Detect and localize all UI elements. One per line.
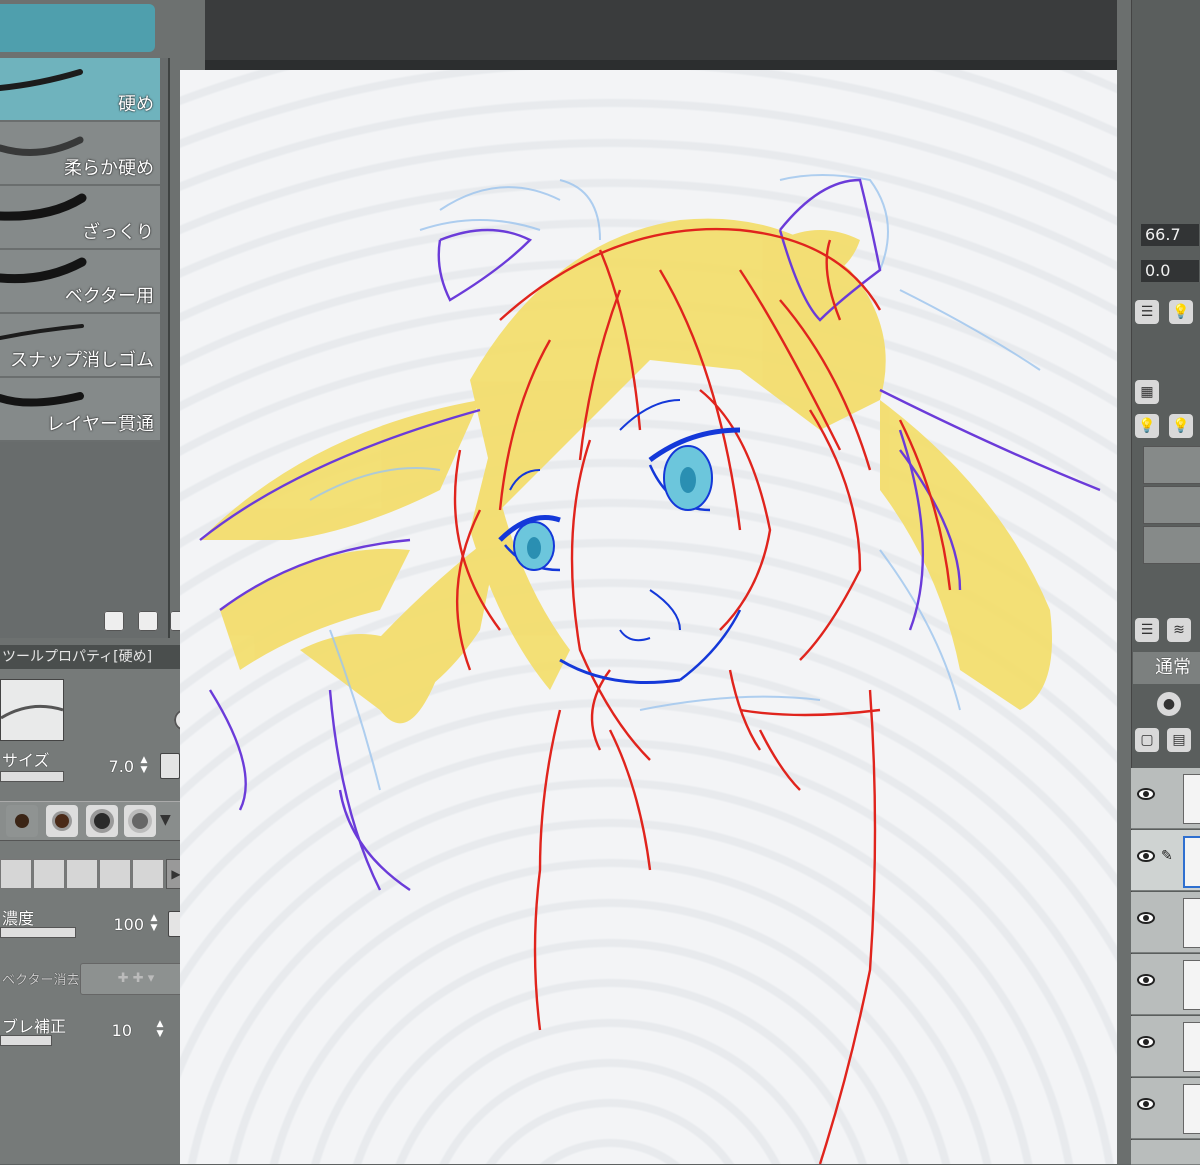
- stabilization-value[interactable]: 10: [92, 1021, 132, 1040]
- sub-panel-button[interactable]: [1143, 526, 1200, 564]
- density-value[interactable]: 100: [104, 915, 144, 934]
- new-layer-icon[interactable]: ▢: [1135, 728, 1159, 752]
- tip-blur-button[interactable]: [124, 805, 156, 837]
- tool-property-panel: ⚲ サイズ 7.0 ▲▼ ▼ ▶ 濃度 100 ▲▼: [0, 669, 205, 1164]
- stabilization-slider[interactable]: [0, 1035, 52, 1046]
- texture-swatch[interactable]: [132, 859, 164, 889]
- size-stepper[interactable]: ▲ ▼: [138, 755, 150, 777]
- brush-item-label: 硬め: [118, 94, 154, 115]
- layer-row[interactable]: ✎: [1131, 830, 1200, 891]
- layer-thumbnail: [1183, 898, 1200, 948]
- sub-panel-button[interactable]: [1143, 486, 1200, 524]
- layer-stack-icon[interactable]: ≋: [1167, 618, 1191, 642]
- size-pressure-button[interactable]: [160, 753, 180, 779]
- bulb-icon[interactable]: 💡: [1169, 300, 1193, 324]
- brush-item-snap-eraser[interactable]: スナップ消しゴム: [0, 314, 160, 378]
- tip-soft-button[interactable]: [46, 805, 78, 837]
- brush-item-hard[interactable]: 硬め: [0, 58, 160, 122]
- density-stepper[interactable]: ▲ ▼: [148, 913, 160, 935]
- brush-preview: [0, 679, 64, 741]
- stabilization-label: ブレ補正: [2, 1017, 67, 1036]
- layer-row[interactable]: [1131, 1078, 1200, 1139]
- folder-icon[interactable]: [104, 611, 124, 631]
- bulb-icon[interactable]: 💡: [1169, 414, 1193, 438]
- left-panel: 硬め 柔らか硬め ざっくり ベクター用 スナップ消しゴム レイヤー貫通 ツールプ…: [0, 0, 205, 1164]
- canvas-area: [180, 0, 1120, 1164]
- layer-row[interactable]: [1131, 1016, 1200, 1077]
- chevron-down-icon[interactable]: ▼: [160, 812, 171, 828]
- texture-swatch[interactable]: [0, 859, 32, 889]
- layer-thumbnail: [1183, 960, 1200, 1010]
- eye-icon[interactable]: [1137, 1098, 1155, 1110]
- layer-thumbnail: [1183, 774, 1200, 824]
- eye-icon[interactable]: [1137, 912, 1155, 924]
- vector-erase-label: ベクター消去: [2, 973, 80, 988]
- size-value[interactable]: 7.0: [94, 757, 134, 776]
- pen-icon: ✎: [1161, 848, 1173, 864]
- size-label: サイズ: [2, 751, 50, 770]
- sketch-artwork: [199, 174, 1101, 1164]
- brush-tip-row: ▼: [0, 801, 183, 841]
- eye-icon[interactable]: [1137, 1036, 1155, 1048]
- brush-item-label: スナップ消しゴム: [10, 350, 154, 371]
- opacity-knob-icon[interactable]: ●: [1157, 692, 1181, 716]
- brush-item-label: ざっくり: [82, 222, 154, 243]
- blend-mode-select[interactable]: 通常: [1133, 652, 1200, 684]
- new-brush-icon[interactable]: [138, 611, 158, 631]
- brush-item-soft-hard[interactable]: 柔らか硬め: [0, 122, 160, 186]
- tool-property-title: ツールプロパティ[硬め]: [2, 649, 153, 665]
- texture-swatch[interactable]: [33, 859, 65, 889]
- drawing-canvas[interactable]: [180, 70, 1120, 1164]
- rotation-field[interactable]: 0.0: [1141, 260, 1199, 282]
- layer-thumbnail: [1183, 1084, 1200, 1134]
- tool-property-header: ツールプロパティ[硬め]: [0, 645, 205, 669]
- texture-row: ▶: [0, 857, 186, 891]
- tip-solid-button[interactable]: [6, 805, 38, 837]
- panel-menu-icon[interactable]: ☰: [1135, 300, 1159, 324]
- new-folder-icon[interactable]: ▤: [1167, 728, 1191, 752]
- brush-preview-stroke: [0, 704, 64, 720]
- brush-item-vector[interactable]: ベクター用: [0, 250, 160, 314]
- panel-menu-icon[interactable]: ☰: [1135, 618, 1159, 642]
- size-slider[interactable]: [0, 771, 64, 782]
- density-label: 濃度: [2, 909, 35, 928]
- tip-ring-button[interactable]: [86, 805, 118, 837]
- brush-item-label: レイヤー貫通: [46, 414, 154, 435]
- right-panel: 66.7 0.0 ☰ 💡 ▦ 💡 💡 ☰ ≋ 通常 ● ▢ ▤ ✎: [1117, 0, 1200, 1165]
- texture-swatch[interactable]: [99, 859, 131, 889]
- brush-item-label: 柔らか硬め: [64, 158, 154, 179]
- layer-thumbnail: [1183, 1022, 1200, 1072]
- eye-icon[interactable]: [1137, 850, 1155, 862]
- bulb-icon[interactable]: 💡: [1135, 414, 1159, 438]
- density-slider[interactable]: [0, 927, 76, 938]
- canvas-top-bar: [205, 0, 1117, 60]
- brush-item-label: ベクター用: [64, 286, 154, 307]
- vector-erase-dropdown[interactable]: ✚ ✚ ▾: [80, 963, 192, 995]
- layer-row[interactable]: [1131, 1140, 1200, 1165]
- stabilization-stepper[interactable]: ▲ ▼: [154, 1019, 166, 1041]
- layer-row[interactable]: [1131, 768, 1200, 829]
- right-scrollbar[interactable]: [1117, 0, 1132, 1164]
- eye-icon[interactable]: [1137, 788, 1155, 800]
- brush-item-layer-through[interactable]: レイヤー貫通: [0, 378, 160, 442]
- layer-row[interactable]: [1131, 892, 1200, 953]
- palette-icon[interactable]: ▦: [1135, 380, 1159, 404]
- eye-icon[interactable]: [1137, 974, 1155, 986]
- sub-panel-button[interactable]: [1143, 446, 1200, 484]
- layer-row[interactable]: [1131, 954, 1200, 1015]
- brush-list-footer: [0, 443, 190, 638]
- zoom-field[interactable]: 66.7: [1141, 224, 1199, 246]
- brush-list: 硬め 柔らか硬め ざっくり ベクター用 スナップ消しゴム レイヤー貫通: [0, 58, 170, 443]
- brush-item-rough[interactable]: ざっくり: [0, 186, 160, 250]
- texture-swatch[interactable]: [66, 859, 98, 889]
- layer-thumbnail: [1183, 836, 1200, 888]
- brush-group-tab[interactable]: [0, 4, 155, 52]
- hair-fill: [200, 218, 1052, 724]
